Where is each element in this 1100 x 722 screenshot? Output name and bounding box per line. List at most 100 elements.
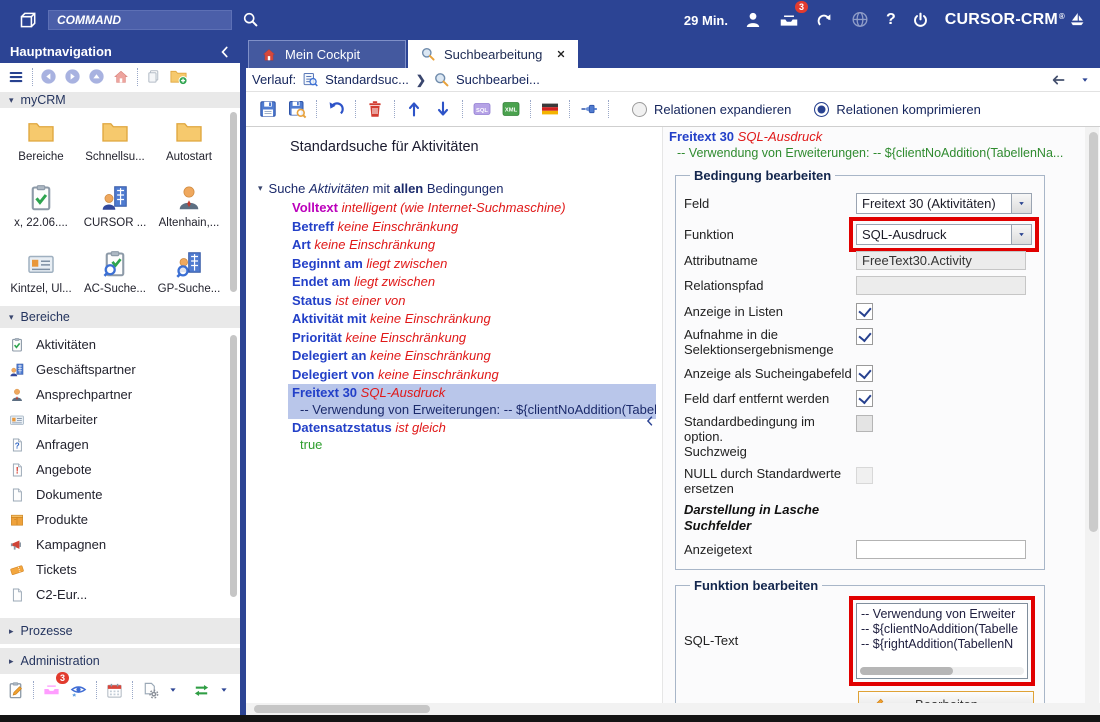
- mycrm-shortcut[interactable]: Kintzel, Ul...: [4, 246, 78, 304]
- chevron-down-icon[interactable]: [219, 686, 229, 694]
- mycrm-shortcut[interactable]: GP-Suche...: [152, 246, 226, 304]
- sidebar-item[interactable]: Dokumente: [9, 482, 240, 507]
- history-back-icon[interactable]: [1050, 72, 1066, 88]
- sidebar-scrollbar-thumb[interactable]: [230, 335, 237, 597]
- checkbox[interactable]: [856, 415, 873, 432]
- sidebar-scrollbar-thumb[interactable]: [230, 112, 237, 292]
- tree-condition[interactable]: Beginnt am liegt zwischen: [288, 255, 662, 274]
- sidebar-item[interactable]: Produkte: [9, 507, 240, 532]
- radio-button[interactable]: [632, 102, 647, 117]
- relationen-radio-group[interactable]: Relationen expandieren: [632, 102, 791, 117]
- save-as-icon[interactable]: [287, 99, 307, 119]
- sidebar-item[interactable]: Kampagnen: [9, 532, 240, 557]
- nav-forward-icon[interactable]: [64, 68, 81, 85]
- breadcrumb-standardsuche[interactable]: Standardsuc...: [325, 72, 409, 87]
- menu-hamburger-icon[interactable]: [7, 68, 25, 86]
- pin-icon[interactable]: [579, 99, 599, 119]
- mycrm-shortcut[interactable]: CURSOR ...: [78, 180, 152, 244]
- section-administration[interactable]: ▸ Administration: [0, 648, 240, 674]
- breadcrumb-suchbearbeitung[interactable]: Suchbearbei...: [456, 72, 540, 87]
- sync-icon[interactable]: [192, 681, 211, 700]
- inbox-button[interactable]: 3: [778, 8, 800, 33]
- radio-button[interactable]: [814, 102, 829, 117]
- mycrm-shortcut[interactable]: Autostart: [152, 114, 226, 178]
- language-flag-icon[interactable]: [540, 99, 560, 119]
- clipboard-pencil-icon[interactable]: [6, 681, 25, 700]
- tree-condition[interactable]: Priorität keine Einschränkung: [288, 329, 662, 348]
- tree-condition[interactable]: Delegiert von keine Einschränkung: [288, 366, 662, 385]
- collapse-sidebar-icon[interactable]: [218, 45, 232, 59]
- sidebar-item[interactable]: C2-Eur...: [9, 582, 240, 607]
- sidebar-item[interactable]: Ansprechpartner: [9, 382, 240, 407]
- calendar-icon[interactable]: [105, 681, 124, 700]
- undo-icon[interactable]: [326, 99, 346, 119]
- sidebar-item[interactable]: Angebote: [9, 457, 240, 482]
- redo-icon[interactable]: [815, 11, 834, 30]
- window-cube-icon[interactable]: [16, 9, 38, 31]
- xml-icon[interactable]: [501, 99, 521, 119]
- power-icon[interactable]: [911, 11, 930, 30]
- sql-hscrollbar[interactable]: [860, 667, 1024, 675]
- home-icon[interactable]: [112, 68, 130, 86]
- feld-dropdown[interactable]: Freitext 30 (Aktivitäten): [856, 193, 1032, 214]
- search-icon[interactable]: [242, 11, 260, 29]
- chevron-down-icon[interactable]: [168, 686, 178, 694]
- mycrm-shortcut[interactable]: x, 22.06....: [4, 180, 78, 244]
- checkbox[interactable]: [856, 390, 873, 407]
- tab-suchbearbeitung[interactable]: Suchbearbeitung: [408, 40, 578, 68]
- tree-condition[interactable]: Delegiert an keine Einschränkung: [288, 347, 662, 366]
- mycrm-shortcut[interactable]: Schnellsu...: [78, 114, 152, 178]
- mycrm-shortcut[interactable]: Altenhain,...: [152, 180, 226, 244]
- anzeigetext-input[interactable]: [856, 540, 1026, 559]
- new-folder-icon[interactable]: [169, 67, 188, 86]
- relationen-radio-group[interactable]: Relationen komprimieren: [814, 102, 981, 117]
- mycrm-shortcut[interactable]: Bereiche: [4, 114, 78, 178]
- save-icon[interactable]: [258, 99, 278, 119]
- mycrm-shortcut[interactable]: AC-Suche...: [78, 246, 152, 304]
- funktion-dropdown-annotated[interactable]: SQL-Ausdruck: [856, 224, 1032, 245]
- eye-star-icon[interactable]: [69, 681, 88, 700]
- globe-icon[interactable]: [849, 9, 871, 31]
- tree-condition[interactable]: Datensatzstatus ist gleich true: [288, 419, 662, 454]
- tree-condition[interactable]: Freitext 30 SQL-Ausdruck -- Verwendung v…: [288, 384, 656, 419]
- command-input[interactable]: [48, 10, 232, 30]
- checkbox[interactable]: [856, 328, 873, 345]
- help-button[interactable]: ?: [886, 11, 896, 29]
- sidebar-item[interactable]: Geschäftspartner: [9, 357, 240, 382]
- sql-icon[interactable]: [472, 99, 492, 119]
- chevron-down-icon[interactable]: [1080, 76, 1090, 84]
- tree-condition[interactable]: Volltext intelligent (wie Internet-Suchm…: [288, 199, 662, 218]
- collapse-panel-icon[interactable]: [644, 415, 656, 427]
- section-mycrm[interactable]: ▾ myCRM: [0, 92, 240, 108]
- user-icon[interactable]: [743, 10, 763, 30]
- document-gear-icon[interactable]: [141, 681, 160, 700]
- tab-mein-cockpit[interactable]: Mein Cockpit: [248, 40, 406, 68]
- close-icon[interactable]: [556, 49, 566, 59]
- sidebar-item[interactable]: Anfragen: [9, 432, 240, 457]
- tree-condition[interactable]: Betreff keine Einschränkung: [288, 218, 662, 237]
- sidebar-item[interactable]: Aktivitäten: [9, 332, 240, 357]
- inbox-button[interactable]: 3: [42, 679, 61, 701]
- sql-text-area-annotated[interactable]: -- Verwendung von Erweiter -- ${clientNo…: [856, 603, 1028, 679]
- delete-icon[interactable]: [365, 99, 385, 119]
- nav-up-icon[interactable]: [88, 68, 105, 85]
- tree-root-node[interactable]: ▾ Suche Aktivitäten mit allen Bedingunge…: [258, 181, 662, 196]
- main-hscrollbar-track[interactable]: [246, 703, 1100, 715]
- dropdown-button[interactable]: [1011, 193, 1032, 214]
- checkbox[interactable]: [856, 467, 873, 484]
- section-bereiche[interactable]: ▾ Bereiche: [0, 306, 240, 328]
- move-up-icon[interactable]: [404, 99, 424, 119]
- tree-condition[interactable]: Status ist einer von: [288, 292, 662, 311]
- dropdown-button[interactable]: [1011, 224, 1032, 245]
- move-down-icon[interactable]: [433, 99, 453, 119]
- main-hscrollbar-thumb[interactable]: [254, 705, 430, 713]
- checkbox[interactable]: [856, 303, 873, 320]
- tree-condition[interactable]: Endet am liegt zwischen: [288, 273, 662, 292]
- sidebar-item[interactable]: Mitarbeiter: [9, 407, 240, 432]
- copy-icon[interactable]: [145, 68, 162, 85]
- tree-condition[interactable]: Art keine Einschränkung: [288, 236, 662, 255]
- section-prozesse[interactable]: ▸ Prozesse: [0, 618, 240, 644]
- checkbox[interactable]: [856, 365, 873, 382]
- tree-condition[interactable]: Aktivität mit keine Einschränkung: [288, 310, 662, 329]
- sidebar-item[interactable]: Tickets: [9, 557, 240, 582]
